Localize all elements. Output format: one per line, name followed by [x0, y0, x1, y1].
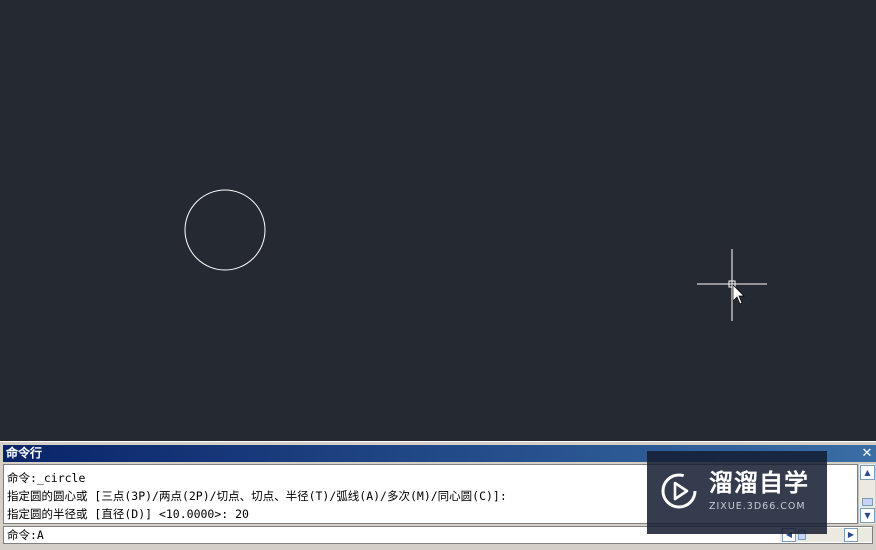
- arrow-up-icon[interactable]: ▲: [860, 465, 875, 480]
- drawing-canvas[interactable]: [0, 0, 876, 441]
- watermark-url: ZIXUE.3D66.COM: [709, 501, 806, 512]
- scrollbar-thumb[interactable]: [862, 498, 873, 506]
- crosshair-cursor-icon: [697, 249, 767, 321]
- arrow-down-icon[interactable]: ▼: [860, 508, 875, 523]
- command-line-title: 命令行: [6, 446, 43, 460]
- drawing-area[interactable]: [0, 0, 876, 441]
- history-vertical-scrollbar[interactable]: ▲ ▼: [858, 464, 875, 524]
- close-icon[interactable]: ✕: [861, 445, 873, 462]
- drawn-circle[interactable]: [184, 189, 266, 271]
- watermark-brand: 溜溜自学: [709, 469, 809, 497]
- arrow-right-icon[interactable]: ▶: [844, 528, 858, 542]
- play-logo-icon: [661, 473, 697, 509]
- watermark: 溜溜自学 ZIXUE.3D66.COM: [647, 451, 827, 534]
